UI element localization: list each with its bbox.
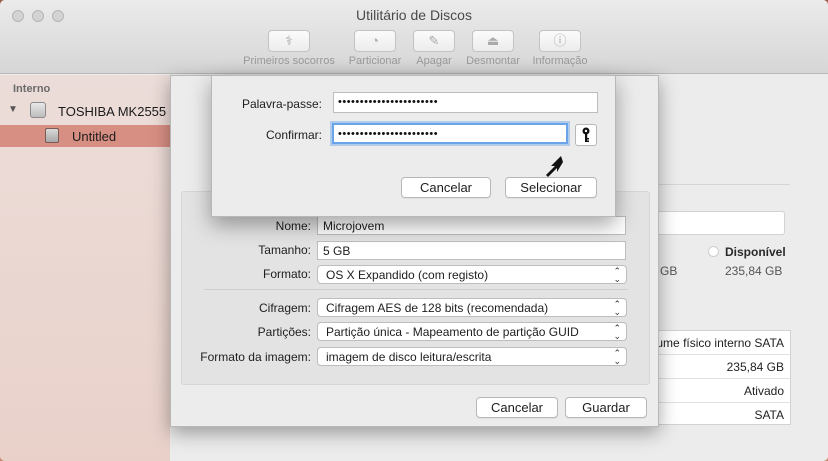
erase-label: Apagar bbox=[416, 55, 452, 67]
hard-disk-icon bbox=[30, 102, 46, 118]
available-dot-icon bbox=[708, 246, 719, 257]
info-icon: ⓘ bbox=[553, 33, 567, 48]
available-value: 235,84 GB bbox=[725, 264, 783, 278]
format-value: OS X Expandido (com registo) bbox=[326, 268, 489, 282]
info-row: 235,84 GB bbox=[649, 355, 790, 379]
encryption-select[interactable]: Cifragem AES de 128 bits (recomendada) ⌃… bbox=[317, 298, 627, 317]
usage-bar bbox=[640, 211, 785, 235]
select-button[interactable]: Selecionar bbox=[505, 177, 597, 198]
info-row: Ativado bbox=[649, 379, 790, 403]
unmount-icon: ⏏ bbox=[486, 33, 500, 48]
password-sheet: Palavra-passe: ••••••••••••••••••••••• C… bbox=[211, 75, 616, 217]
key-icon bbox=[582, 127, 590, 142]
password-label: Palavra-passe: bbox=[241, 97, 322, 111]
chevron-updown-icon: ⌃ ⌄ bbox=[613, 323, 621, 341]
partition-icon: ◔ bbox=[371, 33, 379, 48]
info-value: 235,84 GB bbox=[726, 360, 784, 374]
disk-utility-window: Utilitário de Discos ⚕ Primeiros socorro… bbox=[0, 0, 828, 461]
info-value: SATA bbox=[754, 408, 784, 422]
partitions-select[interactable]: Partição única - Mapeamento de partição … bbox=[317, 322, 627, 341]
sidebar-item-disk[interactable]: ▼ TOSHIBA MK2555 bbox=[0, 100, 170, 122]
password-assistant-button[interactable] bbox=[575, 124, 597, 146]
name-field[interactable]: Microjovem bbox=[317, 216, 626, 235]
password-cancel-button[interactable]: Cancelar bbox=[401, 177, 491, 198]
encryption-label: Cifragem: bbox=[258, 301, 311, 315]
save-button[interactable]: Guardar bbox=[565, 397, 647, 418]
format-select[interactable]: OS X Expandido (com registo) ⌃ ⌄ bbox=[317, 265, 627, 284]
volume-label: Untitled bbox=[72, 129, 117, 144]
chevron-updown-icon: ⌃ ⌄ bbox=[613, 299, 621, 317]
info-button[interactable]: ⓘ bbox=[539, 30, 581, 52]
form-divider bbox=[204, 289, 628, 290]
unmount-label: Desmontar bbox=[466, 55, 520, 67]
image-format-value: imagem de disco leitura/escrita bbox=[326, 350, 492, 364]
used-value-partial: GB bbox=[660, 264, 678, 278]
name-label: Nome: bbox=[275, 219, 311, 233]
sidebar-item-volume[interactable]: Untitled bbox=[0, 125, 170, 147]
erase-button[interactable]: ✎ bbox=[413, 30, 455, 52]
available-label: Disponível bbox=[725, 245, 786, 259]
partition-button[interactable]: ◔ bbox=[354, 30, 396, 52]
first-aid-button[interactable]: ⚕ bbox=[268, 30, 310, 52]
disk-label: TOSHIBA MK2555 bbox=[58, 104, 167, 119]
info-table: lume físico interno SATA 235,84 GB Ativa… bbox=[648, 330, 791, 425]
disclosure-triangle-icon[interactable]: ▼ bbox=[8, 104, 18, 115]
format-label: Formato: bbox=[262, 267, 311, 281]
main-divider bbox=[640, 184, 790, 185]
confirm-password-field[interactable]: ••••••••••••••••••••••• bbox=[332, 123, 568, 144]
image-format-select[interactable]: imagem de disco leitura/escrita ⌃ ⌄ bbox=[317, 347, 627, 366]
erase-icon: ✎ bbox=[428, 33, 440, 48]
info-value: lume físico interno SATA bbox=[653, 336, 784, 350]
info-row: lume físico interno SATA bbox=[649, 331, 790, 355]
confirm-label: Confirmar: bbox=[265, 128, 322, 142]
first-aid-icon: ⚕ bbox=[285, 33, 293, 48]
image-format-label: Formato da imagem: bbox=[200, 350, 311, 364]
cancel-button[interactable]: Cancelar bbox=[476, 397, 558, 418]
window-title: Utilitário de Discos bbox=[356, 7, 472, 23]
mouse-pointer-icon bbox=[546, 156, 563, 177]
first-aid-label: Primeiros socorros bbox=[243, 55, 335, 67]
encryption-value: Cifragem AES de 128 bits (recomendada) bbox=[326, 301, 549, 315]
chevron-updown-icon: ⌃ ⌄ bbox=[613, 348, 621, 366]
info-label: Informação bbox=[532, 55, 588, 67]
size-field[interactable]: 5 GB bbox=[317, 241, 626, 260]
partitions-label: Partições: bbox=[257, 325, 311, 339]
sidebar-section-internal: Interno bbox=[13, 83, 51, 95]
info-value: Ativado bbox=[743, 384, 784, 398]
size-label: Tamanho: bbox=[258, 243, 311, 257]
unmount-button[interactable]: ⏏ bbox=[472, 30, 514, 52]
partition-label: Particionar bbox=[348, 55, 402, 67]
info-row: SATA bbox=[649, 403, 790, 427]
chevron-updown-icon: ⌃ ⌄ bbox=[613, 266, 621, 284]
password-field[interactable]: ••••••••••••••••••••••• bbox=[333, 92, 598, 113]
partitions-value: Partição única - Mapeamento de partição … bbox=[326, 325, 579, 339]
title-bar: Utilitário de Discos ⚕ Primeiros socorro… bbox=[0, 0, 828, 74]
volume-icon bbox=[45, 128, 59, 143]
sidebar: Interno ▼ TOSHIBA MK2555 Untitled bbox=[0, 75, 170, 461]
